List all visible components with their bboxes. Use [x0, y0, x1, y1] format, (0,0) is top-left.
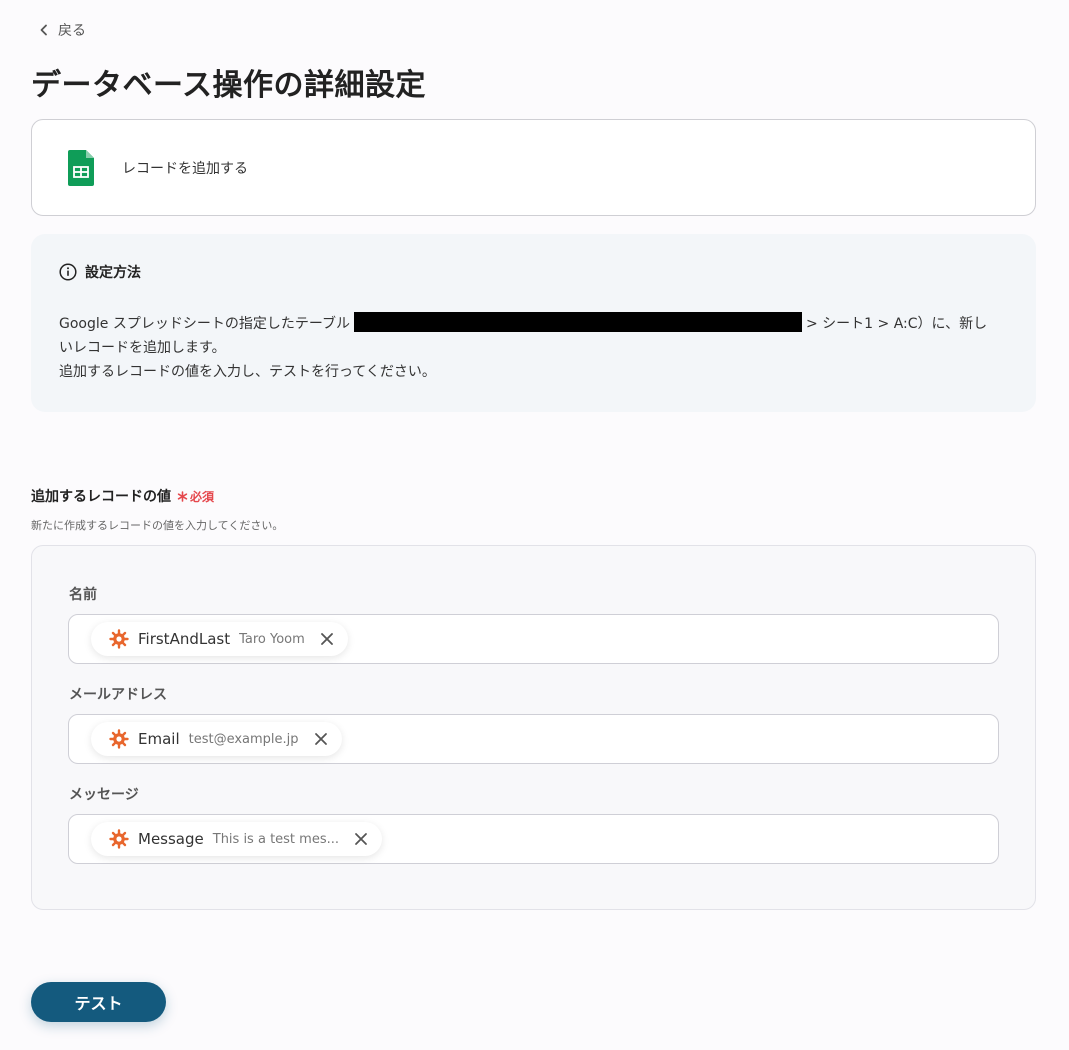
name-field[interactable]: FirstAndLast Taro Yoom [68, 614, 999, 664]
asterisk-icon [177, 490, 188, 502]
variable-chip[interactable]: FirstAndLast Taro Yoom [91, 622, 348, 656]
redacted-block [353, 312, 802, 332]
close-icon[interactable] [354, 832, 368, 846]
chip-value: Taro Yoom [239, 631, 305, 647]
chip-name: Message [138, 830, 204, 848]
chevron-left-icon [40, 24, 47, 36]
info-line3: 追加するレコードの値を入力し、テストを行ってください。 [59, 364, 436, 380]
info-heading-text: 設定方法 [85, 265, 141, 281]
field-label-name: 名前 [69, 587, 97, 603]
info-heading: 設定方法 [59, 262, 1008, 282]
section-label: 追加するレコードの値 必須 [31, 486, 214, 506]
info-box: 設定方法 Google スプレッドシートの指定したテーブル > シート1 > A:… [31, 234, 1036, 412]
message-field[interactable]: Message This is a test mes... [68, 814, 999, 864]
fields-box: 名前 FirstAndLast Taro Yoom メールアドレス Email … [31, 545, 1036, 910]
info-body: Google スプレッドシートの指定したテーブル > シート1 > A:C）に、新… [59, 312, 1008, 384]
info-line1-suffix: > シート1 > A:C）に、新し [805, 316, 988, 332]
required-badge: 必須 [177, 488, 214, 505]
action-label: レコードを追加する [122, 160, 248, 177]
close-icon[interactable] [320, 632, 334, 646]
back-label: 戻る [58, 23, 86, 39]
close-icon[interactable] [314, 732, 328, 746]
required-label: 必須 [190, 489, 215, 504]
action-card[interactable]: レコードを追加する [31, 119, 1036, 216]
page-title: データベース操作の詳細設定 [31, 68, 426, 103]
back-link[interactable]: 戻る [38, 20, 86, 40]
chip-name: Email [138, 730, 180, 748]
google-sheets-icon [68, 149, 94, 186]
chip-value: This is a test mes... [212, 831, 339, 847]
gear-icon [109, 829, 129, 849]
chip-value: test@example.jp [188, 731, 299, 747]
email-field[interactable]: Email test@example.jp [68, 714, 999, 764]
info-line1-prefix: Google スプレッドシートの指定したテーブル [59, 316, 350, 332]
info-icon [59, 263, 77, 281]
chip-name: FirstAndLast [138, 630, 231, 648]
test-button[interactable]: テスト [31, 982, 166, 1022]
variable-chip[interactable]: Email test@example.jp [91, 722, 342, 756]
section-label-text: 追加するレコードの値 [31, 489, 171, 505]
variable-chip[interactable]: Message This is a test mes... [91, 822, 382, 856]
section-description: 新たに作成するレコードの値を入力してください。 [31, 519, 284, 532]
field-label-message: メッセージ [69, 787, 139, 803]
field-label-email: メールアドレス [69, 687, 167, 703]
gear-icon [109, 629, 129, 649]
info-line2: いレコードを追加します。 [59, 340, 226, 356]
gear-icon [109, 729, 129, 749]
